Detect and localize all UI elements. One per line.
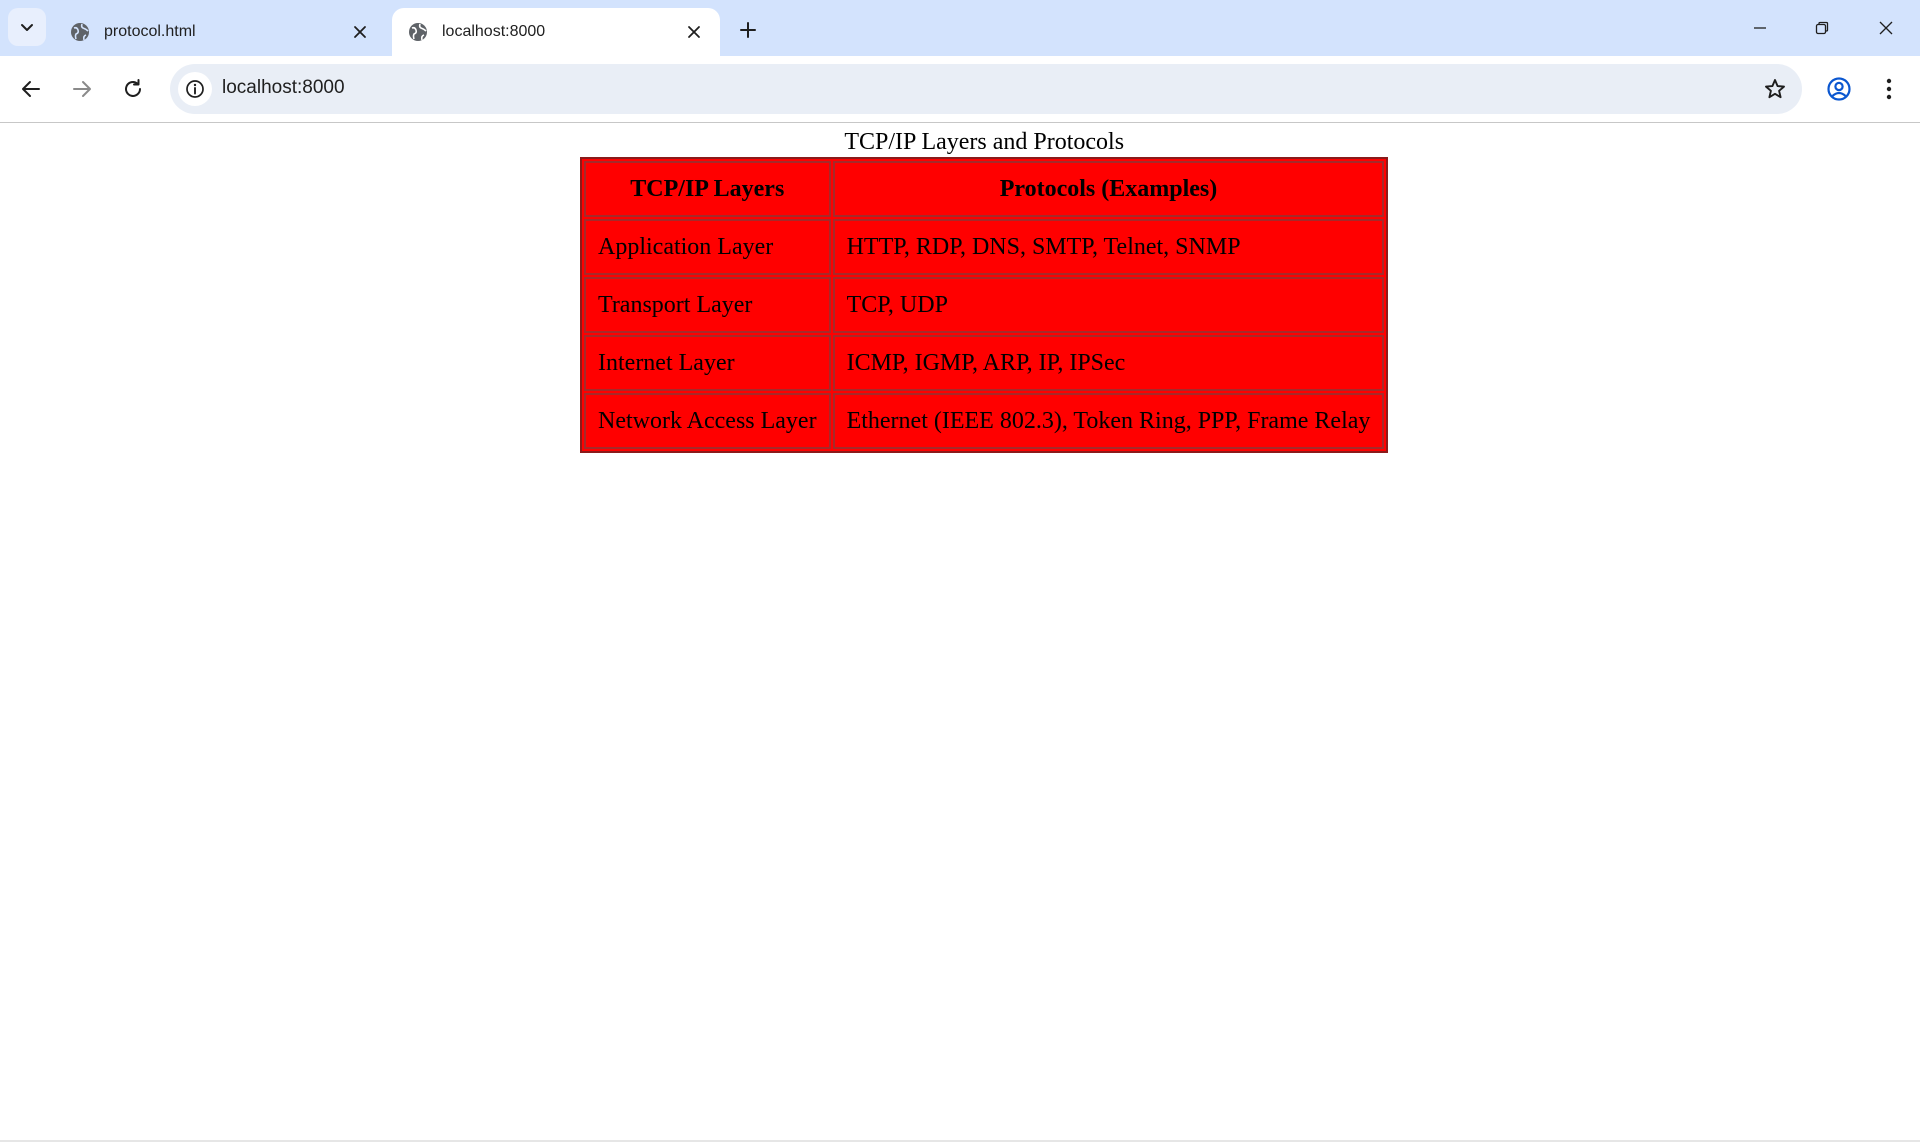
tab-strip: protocol.html localhost:8000 [0,0,1920,56]
arrow-left-icon [22,81,40,97]
restore-icon [1815,21,1829,35]
protocols-cell: HTTP, RDP, DNS, SMTP, Telnet, SNMP [832,219,1385,275]
layer-cell: Network Access Layer [584,393,831,449]
back-button[interactable] [11,69,51,109]
minimize-button[interactable] [1730,6,1790,50]
window-bottom-edge [0,1140,1920,1142]
reload-icon [125,79,141,97]
tab-localhost[interactable]: localhost:8000 [392,8,720,56]
table-row: Internet Layer ICMP, IGMP, ARP, IP, IPSe… [584,335,1385,391]
menu-button[interactable] [1869,69,1909,109]
profile-button[interactable] [1819,69,1859,109]
plus-icon [740,22,756,38]
table-row: Transport Layer TCP, UDP [584,277,1385,333]
close-icon [354,26,366,38]
layer-cell: Application Layer [584,219,831,275]
tab-close-button[interactable] [348,20,372,44]
chevron-down-icon [21,24,33,31]
protocols-cell: Ethernet (IEEE 802.3), Token Ring, PPP, … [832,393,1385,449]
globe-icon [409,23,427,41]
minimize-icon [1754,27,1766,29]
tab-protocol-html[interactable]: protocol.html [54,8,386,56]
restore-button[interactable] [1792,6,1852,50]
new-tab-button[interactable] [732,14,764,46]
arrow-right-icon [73,81,91,97]
layer-cell: Internet Layer [584,335,831,391]
profile-icon [1827,77,1851,101]
globe-icon [71,23,89,41]
site-info-button[interactable] [178,72,212,106]
protocol-table: TCP/IP Layers and Protocols TCP/IP Layer… [580,129,1389,453]
close-icon [688,26,700,38]
kebab-menu-icon [1886,78,1892,100]
header-protocols: Protocols (Examples) [832,161,1385,217]
close-window-button[interactable] [1856,6,1916,50]
table-header-row: TCP/IP Layers Protocols (Examples) [584,161,1385,217]
tab-title: localhost:8000 [442,23,546,40]
table-caption: TCP/IP Layers and Protocols [844,129,1125,155]
info-icon [186,80,204,98]
tab-title: protocol.html [104,23,196,40]
protocols-cell: ICMP, IGMP, ARP, IP, IPSec [832,335,1385,391]
header-layers: TCP/IP Layers [584,161,831,217]
url-text[interactable]: localhost:8000 [222,77,345,99]
address-bar[interactable]: localhost:8000 [170,64,1802,114]
layer-cell: Transport Layer [584,277,831,333]
tab-search-button[interactable] [8,8,46,46]
protocols-cell: TCP, UDP [832,277,1385,333]
star-icon [1765,79,1785,99]
bookmark-button[interactable] [1762,76,1788,102]
table-row: Network Access Layer Ethernet (IEEE 802.… [584,393,1385,449]
forward-button[interactable] [62,69,102,109]
tab-close-button[interactable] [682,20,706,44]
browser-toolbar: localhost:8000 [0,56,1920,123]
reload-button[interactable] [113,69,153,109]
close-icon [1879,21,1893,35]
page-content: TCP/IP Layers and Protocols TCP/IP Layer… [0,123,1920,1140]
table-row: Application Layer HTTP, RDP, DNS, SMTP, … [584,219,1385,275]
